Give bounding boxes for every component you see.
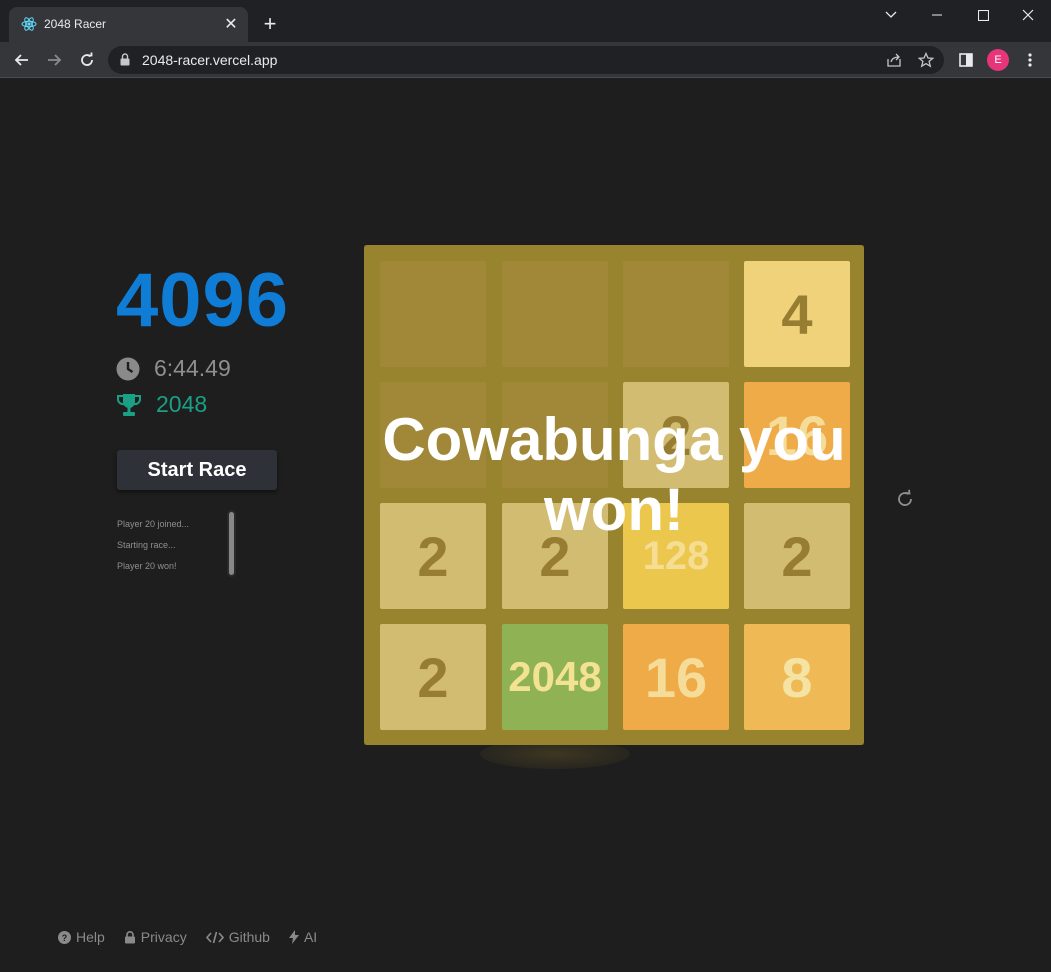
address-bar[interactable]: 2048-racer.vercel.app <box>108 46 944 74</box>
minimize-icon[interactable] <box>914 0 960 30</box>
start-race-button[interactable]: Start Race <box>117 450 277 490</box>
bolt-icon <box>288 930 299 944</box>
footer-github-label: Github <box>228 929 270 945</box>
best-row: 2048 <box>116 391 207 418</box>
lock-icon <box>120 53 130 66</box>
share-icon[interactable] <box>885 51 903 69</box>
trophy-icon <box>117 393 141 416</box>
game-board[interactable]: 4 2 16 2 2 128 2 2 2048 16 8 Cowabunga you won! <box>364 245 864 745</box>
new-tab-icon[interactable]: + <box>258 13 282 37</box>
log-line: Starting race... <box>117 540 176 550</box>
restart-icon[interactable] <box>895 489 915 509</box>
footer-privacy-label: Privacy <box>140 929 187 945</box>
menu-kebab-icon[interactable] <box>1017 47 1043 73</box>
score-display: 4096 <box>116 258 290 343</box>
svg-text:?: ? <box>62 933 68 943</box>
footer-github-link[interactable]: Github <box>205 929 270 945</box>
bookmark-star-icon[interactable] <box>917 51 935 69</box>
log-scrollbar[interactable] <box>227 510 236 577</box>
reload-icon[interactable] <box>74 47 100 73</box>
help-icon: ? <box>58 930 71 944</box>
url-text: 2048-racer.vercel.app <box>142 52 278 68</box>
footer: ? Help Privacy Github AI <box>58 929 336 945</box>
browser-toolbar: 2048-racer.vercel.app E <box>0 42 1051 78</box>
forward-icon[interactable] <box>41 47 67 73</box>
browser-tab[interactable]: 2048 Racer ✕ <box>9 7 248 42</box>
back-icon[interactable] <box>9 47 35 73</box>
footer-privacy-link[interactable]: Privacy <box>124 929 187 945</box>
timer-row: 6:44.49 <box>116 355 231 382</box>
win-overlay: Cowabunga you won! <box>364 245 864 745</box>
code-icon <box>205 931 224 943</box>
tab-title: 2048 Racer <box>44 17 107 31</box>
footer-ai-link[interactable]: AI <box>288 929 318 945</box>
react-icon <box>21 17 37 31</box>
page-content: 4096 6:44.49 2048 Start Race Player 20 j… <box>0 79 1051 972</box>
best-score-text: 2048 <box>156 391 208 417</box>
footer-ai-label: AI <box>303 929 318 945</box>
side-panel-icon[interactable] <box>953 47 979 73</box>
win-message: Cowabunga you won! <box>382 406 846 543</box>
lock-icon <box>124 930 135 943</box>
tab-search-icon[interactable] <box>868 0 914 30</box>
log-line: Player 20 won! <box>117 561 177 571</box>
log-line: Player 20 joined... <box>117 519 190 529</box>
race-log: Player 20 joined... Starting race... Pla… <box>117 519 189 582</box>
timer-text: 6:44.49 <box>154 355 231 381</box>
profile-avatar[interactable]: E <box>987 49 1009 71</box>
footer-help-label: Help <box>76 929 105 945</box>
footer-help-link[interactable]: ? Help <box>58 929 105 945</box>
browser-titlebar: 2048 Racer ✕ + <box>0 0 1051 42</box>
tab-close-icon[interactable]: ✕ <box>222 16 240 34</box>
clock-icon <box>116 357 140 380</box>
maximize-icon[interactable] <box>960 0 1006 30</box>
close-window-icon[interactable] <box>1005 0 1051 30</box>
